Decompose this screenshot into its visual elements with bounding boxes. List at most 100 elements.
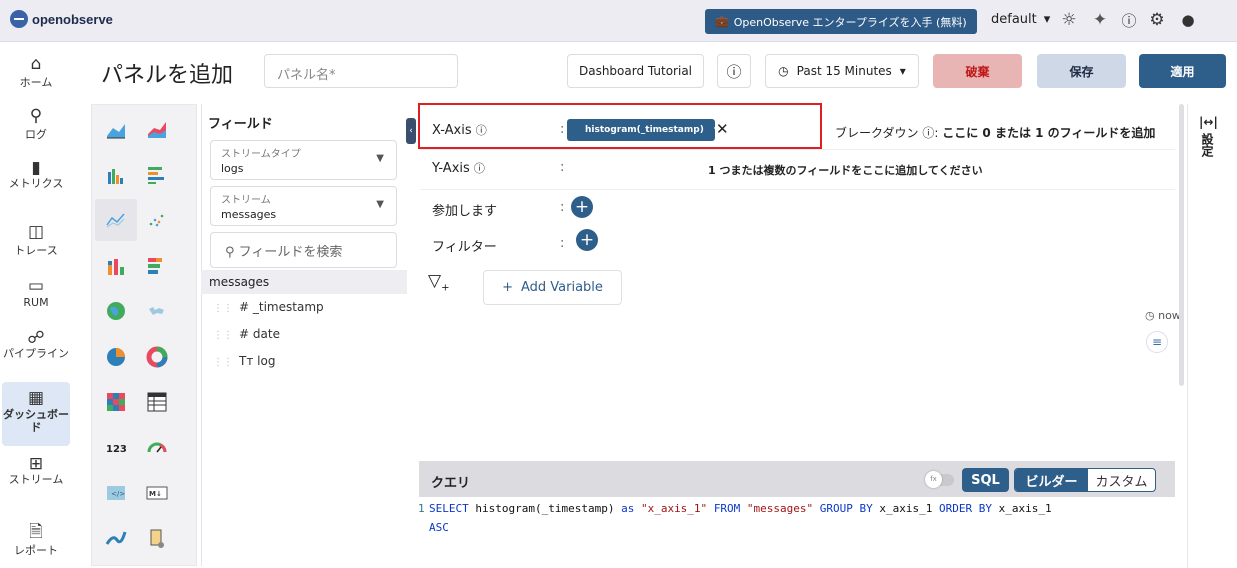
list-icon[interactable]: ≡ <box>1146 331 1168 353</box>
custom-chart-icon[interactable] <box>136 518 178 560</box>
area-chart-icon[interactable] <box>95 108 137 150</box>
stacked-area-icon[interactable] <box>136 108 178 150</box>
scatter-icon[interactable] <box>136 199 178 241</box>
field-name: log <box>257 354 276 368</box>
trace-icon: ◫ <box>27 222 45 242</box>
logo-text: openobserve <box>32 11 113 27</box>
table-icon[interactable] <box>136 381 178 423</box>
bar-chart-icon[interactable] <box>95 154 137 196</box>
user-icon[interactable]: ● <box>1176 8 1200 32</box>
left-nav: ⌂ ホーム ⚲ ログ ▮ メトリクス ◫ トレース ▭ RUM ☍ パイプライン ▦ ダッシュ… <box>0 42 84 568</box>
now-label: now <box>1158 309 1181 322</box>
caret-down-icon: ▾ <box>899 64 906 78</box>
nav-home[interactable]: ⌂ ホーム <box>2 54 70 90</box>
slack-icon[interactable]: ✦ <box>1088 8 1112 32</box>
now-indicator: ◷ now <box>1145 309 1181 322</box>
query-mode-group: ビルダー カスタム <box>1014 468 1156 492</box>
info-icon[interactable]: ⓘ <box>922 126 934 140</box>
nav-reports[interactable]: 🗎 レポート <box>2 522 70 558</box>
breakdown-hint: ここに 0 または 1 のフィールドを追加 <box>942 126 1156 140</box>
info-icon[interactable]: ⓘ <box>474 162 485 175</box>
html-icon[interactable]: </> <box>95 472 137 514</box>
stacked-bar-icon[interactable] <box>95 245 137 287</box>
clock-icon: ◷ <box>1145 309 1155 322</box>
nav-streams[interactable]: ⊞ ストリーム <box>2 454 70 486</box>
add-join-button[interactable]: + <box>571 196 593 218</box>
report-icon: 🗎 <box>29 522 43 542</box>
panel-name-input[interactable]: パネル名* <box>264 54 458 88</box>
filter-add-icon[interactable]: ▽+ <box>428 271 449 293</box>
svg-text:123: 123 <box>106 444 127 455</box>
gear-icon[interactable]: ⚙ <box>1145 8 1169 32</box>
markdown-icon[interactable]: M↓ <box>136 472 178 514</box>
plus-icon: + <box>502 280 513 295</box>
page-title: パネルを追加 <box>101 63 234 88</box>
nav-rum-label: RUM <box>23 296 49 309</box>
add-variable-button[interactable]: + Add Variable <box>483 270 622 305</box>
donut-chart-icon[interactable] <box>136 336 178 378</box>
field-row[interactable]: ⋮⋮ # date <box>213 327 280 341</box>
world-map-icon[interactable] <box>136 290 178 332</box>
nav-metrics-label: メトリクス <box>8 177 64 190</box>
enterprise-button[interactable]: 💼 OpenObserve エンタープライズを入手 (無料) <box>705 9 977 34</box>
pie-chart-icon[interactable] <box>95 336 137 378</box>
horizontal-bar-icon[interactable] <box>136 154 178 196</box>
discard-button[interactable]: 破棄 <box>933 54 1022 88</box>
settings-panel[interactable]: |↔| 設定 <box>1187 104 1237 568</box>
nav-metrics[interactable]: ▮ メトリクス <box>2 158 70 190</box>
caret-down-icon: ▼ <box>376 199 384 210</box>
sql-mode-button[interactable]: SQL <box>962 468 1009 492</box>
breakdown-row: ブレークダウン ⓘ: ここに 0 または 1 のフィールドを追加 <box>835 126 1156 140</box>
field-type-icon: # <box>239 327 250 341</box>
save-button[interactable]: 保存 <box>1037 54 1126 88</box>
geo-map-icon[interactable] <box>95 290 137 332</box>
stream-select[interactable]: ストリーム messages ▼ <box>210 186 397 226</box>
nav-dashboards[interactable]: ▦ ダッシュボード <box>2 382 70 446</box>
sql-token: as <box>621 502 635 515</box>
sql-editor[interactable]: 1 SELECT histogram(_timestamp) as "x_axis… <box>418 499 1169 537</box>
collapse-fields-button[interactable]: ‹ <box>406 118 416 144</box>
field-search-input[interactable]: ⚲ フィールドを検索 <box>210 232 397 268</box>
stream-label: ストリーム <box>221 195 271 206</box>
field-row[interactable]: ⋮⋮ # _timestamp <box>213 300 324 314</box>
function-icon: fx <box>925 471 942 488</box>
search-icon: ⚲ <box>29 106 43 126</box>
query-toggle[interactable]: fx <box>925 471 954 488</box>
stream-type-select[interactable]: ストリームタイプ logs ▼ <box>210 140 397 180</box>
line-number: 1 <box>418 502 425 515</box>
org-selector[interactable]: default ▾ <box>991 12 1050 27</box>
scrollbar[interactable] <box>1179 104 1184 386</box>
sun-icon[interactable]: ☼ <box>1057 8 1081 32</box>
line-chart-icon[interactable] <box>95 199 137 241</box>
nav-traces[interactable]: ◫ トレース <box>2 222 70 258</box>
field-row[interactable]: ⋮⋮ Tт log <box>213 354 275 368</box>
field-type-icon: # <box>239 300 250 314</box>
heatmap-icon[interactable] <box>95 381 137 423</box>
add-filter-button[interactable]: + <box>576 229 598 251</box>
svg-text:M↓: M↓ <box>149 490 162 498</box>
apply-button[interactable]: 適用 <box>1139 54 1226 88</box>
search-icon: ⚲ <box>225 245 235 260</box>
stacked-hbar-icon[interactable] <box>136 245 178 287</box>
metric-number-icon[interactable]: 123 <box>95 427 137 469</box>
builder-mode-button[interactable]: ビルダー <box>1015 469 1088 491</box>
y-axis-hint: 1 つまたは複数のフィールドをここに追加してください <box>708 164 983 177</box>
openobserve-logo[interactable]: openobserve <box>10 10 113 28</box>
nav-logs[interactable]: ⚲ ログ <box>2 106 70 142</box>
dashboard-tutorial-button[interactable]: Dashboard Tutorial <box>567 54 704 88</box>
nav-rum[interactable]: ▭ RUM <box>2 276 70 309</box>
gauge-icon[interactable] <box>136 427 178 469</box>
info-icon[interactable]: ⓘ <box>717 54 751 88</box>
nav-home-label: ホーム <box>19 76 53 89</box>
nav-pipelines[interactable]: ☍ パイプライン <box>2 328 70 360</box>
nav-reports-label: レポート <box>14 544 58 557</box>
svg-text:</>: </> <box>111 490 125 498</box>
trend-icon[interactable] <box>95 518 137 560</box>
field-name: date <box>252 327 280 341</box>
drag-handle-icon: ⋮⋮ <box>213 357 233 368</box>
custom-mode-button[interactable]: カスタム <box>1088 471 1155 490</box>
time-range-picker[interactable]: ◷ Past 15 Minutes ▾ <box>765 54 919 88</box>
top-bar <box>0 0 1237 42</box>
briefcase-icon: 💼 <box>715 15 729 28</box>
help-icon[interactable]: ⓘ <box>1117 8 1141 32</box>
